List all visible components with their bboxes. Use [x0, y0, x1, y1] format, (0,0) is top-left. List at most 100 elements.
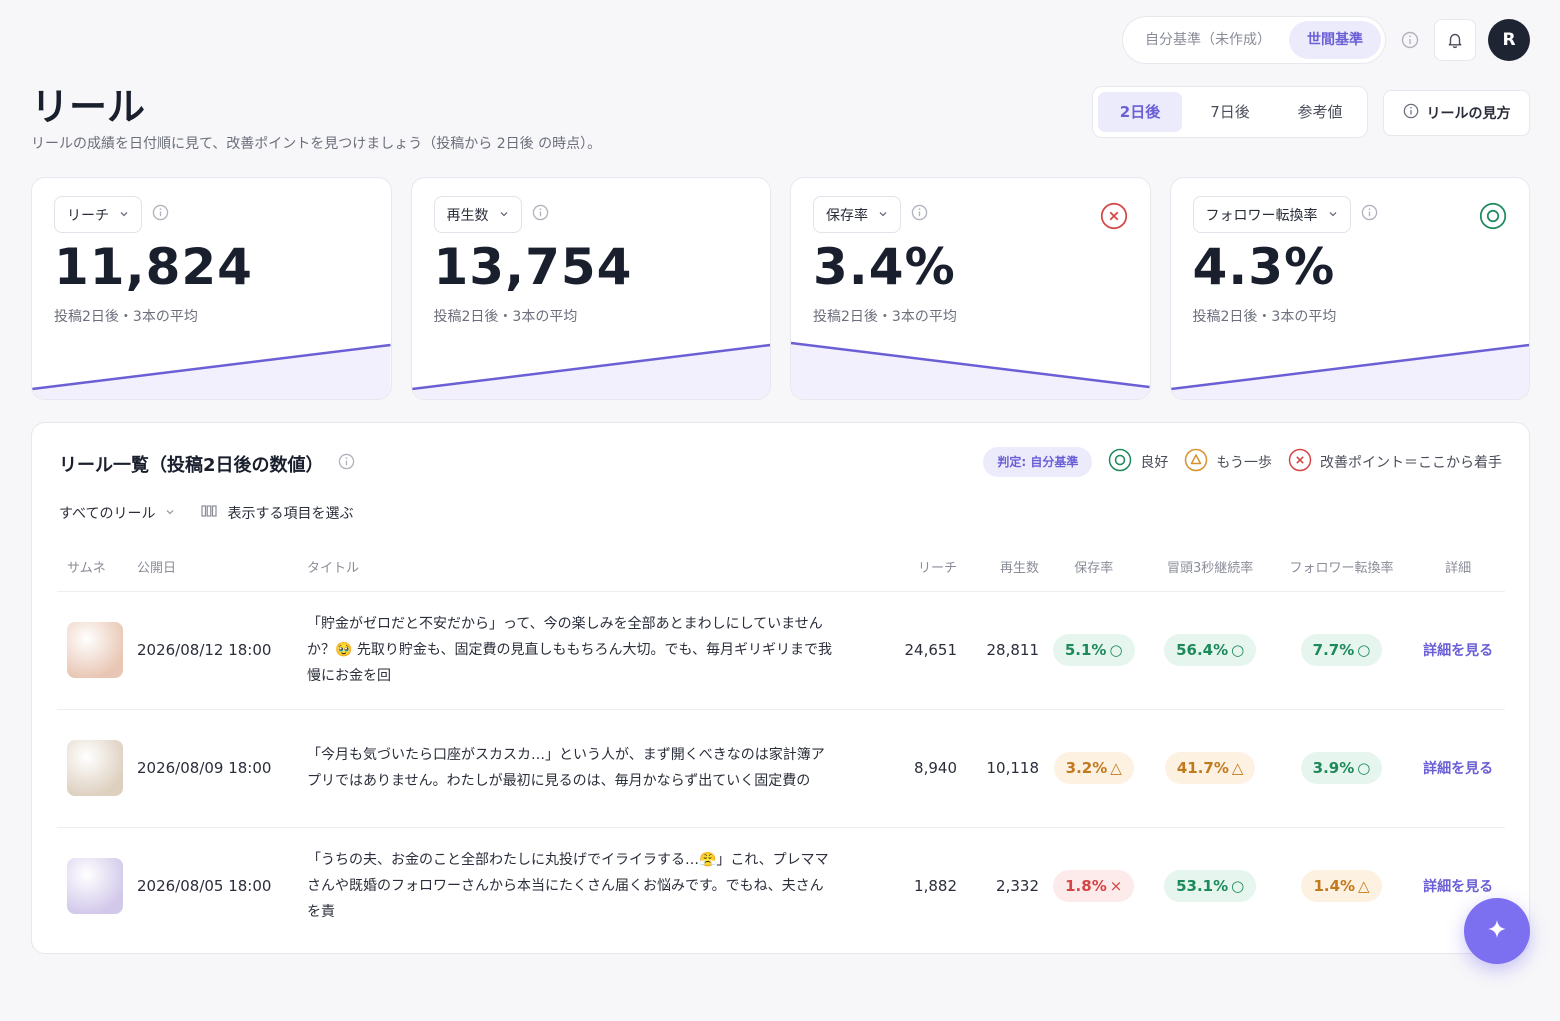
warn-mark-icon: △: [1110, 759, 1122, 777]
save-rate-badge: 3.2% △: [1053, 752, 1134, 784]
save-rate-cell: 5.1% ○: [1039, 591, 1149, 710]
conversion-badge: 7.7% ○: [1300, 634, 1383, 666]
save-rate-cell: 3.2% △: [1039, 709, 1149, 828]
hook-rate-badge: 56.4% ○: [1164, 634, 1257, 666]
column-picker-button[interactable]: 表示する項目を選ぶ: [201, 503, 353, 523]
reel-title: 「貯金がゼロだと不安だから」って、今の楽しみを全部あとまわしにしていませんか？🥹…: [307, 616, 833, 684]
notification-bell-icon[interactable]: [1434, 19, 1476, 61]
kpi-sparkline: [1170, 343, 1529, 399]
hook-rate-badge: 53.1% ○: [1164, 870, 1257, 903]
legend: 判定: 自分基準 良好 もう一歩 改善ポイント＝ここから着手: [983, 447, 1502, 477]
legend-warn: もう一歩: [1184, 448, 1272, 476]
conversion-badge: 3.9% ○: [1300, 752, 1383, 784]
table-row[interactable]: 2026/08/09 18:00 「今月も気づいたら口座がスカスカ…」という人が、…: [57, 709, 1505, 828]
standard-world-option[interactable]: 世間基準: [1289, 21, 1381, 59]
thumbnail-image[interactable]: [67, 740, 123, 796]
kpi-head: 保存率: [813, 196, 928, 233]
reach-cell: 8,940: [857, 709, 957, 828]
page-title: リール: [31, 85, 146, 129]
detail-link[interactable]: 詳細を見る: [1423, 643, 1493, 659]
conversion-badge-value: 1.4%: [1313, 877, 1356, 896]
col-thumbnail: サムネ: [57, 543, 137, 592]
tab-7days[interactable]: 7日後: [1188, 92, 1272, 132]
kpi-value: 11,824: [54, 238, 253, 296]
reel-filter-label: すべてのリール: [59, 506, 156, 522]
legend-bad-label: 改善ポイント＝ここから着手: [1320, 455, 1502, 471]
standard-self-option[interactable]: 自分基準（未作成）: [1127, 21, 1289, 59]
plays-cell: 2,332: [996, 877, 1039, 896]
detail-link[interactable]: 詳細を見る: [1423, 761, 1493, 777]
metric-select[interactable]: 保存率: [813, 196, 901, 233]
kpi-note: 投稿2日後・3本の平均: [433, 309, 578, 325]
kpi-card: フォロワー転換率 4.3% 投稿2日後・3本の平均: [1169, 177, 1530, 400]
metric-select-label: 再生数: [446, 207, 489, 224]
col-title: タイトル: [307, 543, 857, 592]
kpi-row: リーチ 11,824 投稿2日後・3本の平均 再生数 13,754 投稿2日後・3本の平…: [31, 177, 1530, 400]
hook-rate-cell: 56.4% ○: [1148, 591, 1272, 710]
conversion-cell: 3.9% ○: [1271, 709, 1412, 828]
good-circle-icon: [1479, 202, 1507, 230]
thumbnail-image[interactable]: [67, 622, 123, 678]
col-plays[interactable]: 再生数: [957, 543, 1039, 592]
bad-mark-icon: ×: [1109, 877, 1123, 896]
howto-label: リールの見方: [1426, 106, 1511, 122]
table-row[interactable]: 2026/08/05 18:00 「うちの夫、お金のこと全部わたしに丸投げでイライ…: [57, 827, 1505, 945]
plays-cell: 28,811: [957, 591, 1039, 710]
save-rate-badge-value: 1.8%: [1065, 877, 1107, 896]
kpi-card: 再生数 13,754 投稿2日後・3本の平均: [410, 177, 771, 400]
col-save-rate[interactable]: 保存率: [1039, 543, 1149, 592]
save-rate-badge: 5.1% ○: [1052, 634, 1135, 666]
reach-cell: 24,651: [857, 591, 957, 710]
thumbnail-image[interactable]: [67, 858, 123, 915]
conversion-cell: 7.7% ○: [1271, 591, 1412, 710]
title-cell: 「今月も気づいたら口座がスカスカ…」という人が、まず開くべきなのは家計簿アプリで…: [307, 709, 857, 828]
hook-rate-cell: 41.7% △: [1148, 709, 1272, 828]
metric-select[interactable]: フォロワー転換率: [1192, 196, 1351, 233]
chevron-down-icon: [499, 207, 509, 223]
date-cell: 2026/08/05 18:00: [137, 877, 272, 896]
thumbnail-cell: [57, 827, 137, 945]
tab-reference[interactable]: 参考値: [1278, 92, 1362, 132]
info-icon[interactable]: [911, 204, 928, 225]
warn-mark-icon: △: [1231, 759, 1244, 777]
metric-select[interactable]: 再生数: [433, 196, 522, 233]
howto-button[interactable]: リールの見方: [1383, 90, 1530, 136]
col-reach[interactable]: リーチ: [857, 543, 957, 592]
warn-triangle-icon: [1184, 448, 1208, 476]
table-row[interactable]: 2026/08/12 18:00 「貯金がゼロだと不安だから」って、今の楽しみを全…: [57, 591, 1505, 710]
tab-2days[interactable]: 2日後: [1098, 92, 1182, 132]
info-icon[interactable]: [152, 204, 169, 225]
kpi-sparkline: [411, 343, 770, 399]
hook-rate-badge-value: 41.7%: [1176, 759, 1229, 777]
reel-filter-dropdown[interactable]: すべてのリール: [59, 503, 175, 523]
list-title-text: リール一覧（投稿2日後の数値）: [59, 455, 324, 476]
detail-cell: 詳細を見る: [1411, 591, 1505, 710]
detail-cell: 詳細を見る: [1411, 709, 1505, 828]
col-hook-rate[interactable]: 冒頭3秒継続率: [1148, 543, 1272, 592]
detail-link[interactable]: 詳細を見る: [1423, 879, 1493, 895]
kpi-value: 13,754: [433, 238, 633, 296]
info-icon[interactable]: [1361, 204, 1378, 225]
conversion-cell: 1.4% △: [1272, 827, 1411, 945]
col-follower-conversion[interactable]: フォロワー転換率: [1271, 543, 1412, 592]
page-subtitle: リールの成績を日付順に見て、改善ポイントを見つけましょう（投稿から 2日後 の時…: [31, 136, 602, 152]
reels-list-card: リール一覧（投稿2日後の数値） 判定: 自分基準 良好 もう一歩 改善ポイント＝…: [31, 422, 1530, 954]
title-cell: 「うちの夫、お金のこと全部わたしに丸投げでイライラする…😤」これ、プレママさんや…: [307, 827, 857, 945]
chevron-down-icon: [878, 207, 888, 223]
info-icon[interactable]: [532, 204, 549, 225]
period-tabs: 2日後 7日後 参考値: [1092, 86, 1368, 138]
conversion-badge: 1.4% △: [1301, 870, 1382, 903]
info-icon[interactable]: [338, 453, 355, 475]
save-rate-badge-value: 3.2%: [1065, 759, 1108, 777]
metric-select[interactable]: リーチ: [54, 196, 142, 233]
hook-rate-cell: 53.1% ○: [1148, 827, 1271, 945]
legend-warn-label: もう一歩: [1216, 455, 1272, 471]
bad-cross-icon: [1100, 202, 1128, 230]
ai-assist-button[interactable]: [1464, 898, 1530, 964]
table-header-row: サムネ 公開日 タイトル リーチ 再生数 保存率 冒頭3秒継続率 フォロワー転換…: [57, 543, 1505, 592]
good-mark-icon: ○: [1231, 877, 1245, 896]
sparkle-icon: [1486, 918, 1508, 944]
info-icon[interactable]: [1398, 28, 1422, 52]
conversion-badge-value: 7.7%: [1312, 641, 1355, 659]
avatar[interactable]: R: [1488, 19, 1530, 61]
